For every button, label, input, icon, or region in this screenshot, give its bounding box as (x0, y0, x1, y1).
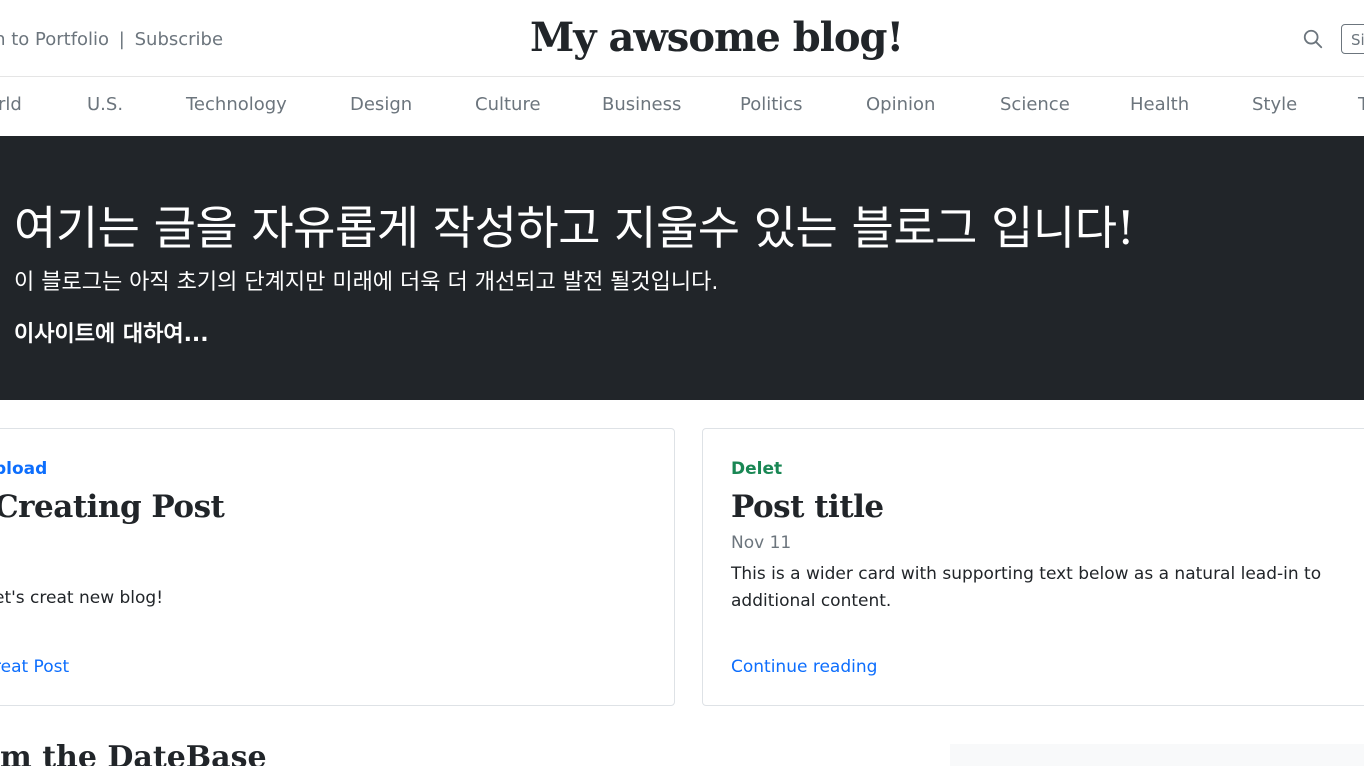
post-card-delete: Delet Post title Nov 11 This is a wider … (702, 428, 1364, 706)
nav-item-us[interactable]: U.S. (87, 94, 123, 115)
card-text: This is a wider card with supporting tex… (731, 564, 1322, 611)
nav-item-travel[interactable]: T (1358, 94, 1364, 115)
card-category: pload (0, 459, 48, 479)
create-post-link[interactable]: reat Post (0, 657, 69, 677)
card-text: et's creat new blog! (0, 588, 164, 608)
page: rn to Portfolio | Subscribe My awsome bl… (0, 0, 1364, 766)
nav-item-science[interactable]: Science (1000, 94, 1070, 115)
return-to-portfolio-link[interactable]: rn to Portfolio (0, 29, 109, 50)
nav-item-health[interactable]: Health (1130, 94, 1189, 115)
nav-item-opinion[interactable]: Opinion (866, 94, 935, 115)
nav-item-technology[interactable]: Technology (186, 94, 287, 115)
nav-item-culture[interactable]: Culture (475, 94, 541, 115)
continue-reading-link[interactable]: Continue reading (731, 657, 877, 677)
card-title: Post title (731, 489, 884, 525)
card-title: Creating Post (0, 489, 225, 525)
site-title[interactable]: My awsome blog! (530, 14, 904, 61)
hero-lead: 이 블로그는 아직 초기의 단계지만 미래에 더욱 더 개선되고 발전 될것입니… (14, 270, 719, 295)
header-separator: | (118, 29, 125, 50)
hero-title: 여기는 글을 자유롭게 작성하고 지울수 있는 블로그 입니다! (14, 201, 1135, 255)
nav-item-business[interactable]: Business (602, 94, 681, 115)
nav-item-design[interactable]: Design (350, 94, 412, 115)
site-header: rn to Portfolio | Subscribe My awsome bl… (0, 0, 1364, 77)
signup-button[interactable]: Si (1341, 24, 1364, 54)
header-links: rn to Portfolio | Subscribe (0, 29, 223, 50)
nav-item-politics[interactable]: Politics (740, 94, 803, 115)
section-heading: om the DateBase (0, 740, 267, 766)
nav-item-world[interactable]: rld (0, 94, 22, 115)
card-date: Nov 11 (731, 533, 792, 553)
nav-item-style[interactable]: Style (1252, 94, 1297, 115)
category-nav: rld U.S. Technology Design Culture Busin… (0, 77, 1364, 135)
card-category: Delet (731, 459, 783, 479)
hero-banner: 여기는 글을 자유롭게 작성하고 지울수 있는 블로그 입니다! 이 블로그는 … (0, 136, 1364, 400)
about-site-link[interactable]: 이사이트에 대하여... (14, 316, 209, 348)
subscribe-link[interactable]: Subscribe (135, 29, 223, 50)
post-card-upload: pload Creating Post et's creat new blog!… (0, 428, 675, 706)
sidebar-box (950, 744, 1364, 766)
search-icon[interactable] (1302, 28, 1324, 50)
